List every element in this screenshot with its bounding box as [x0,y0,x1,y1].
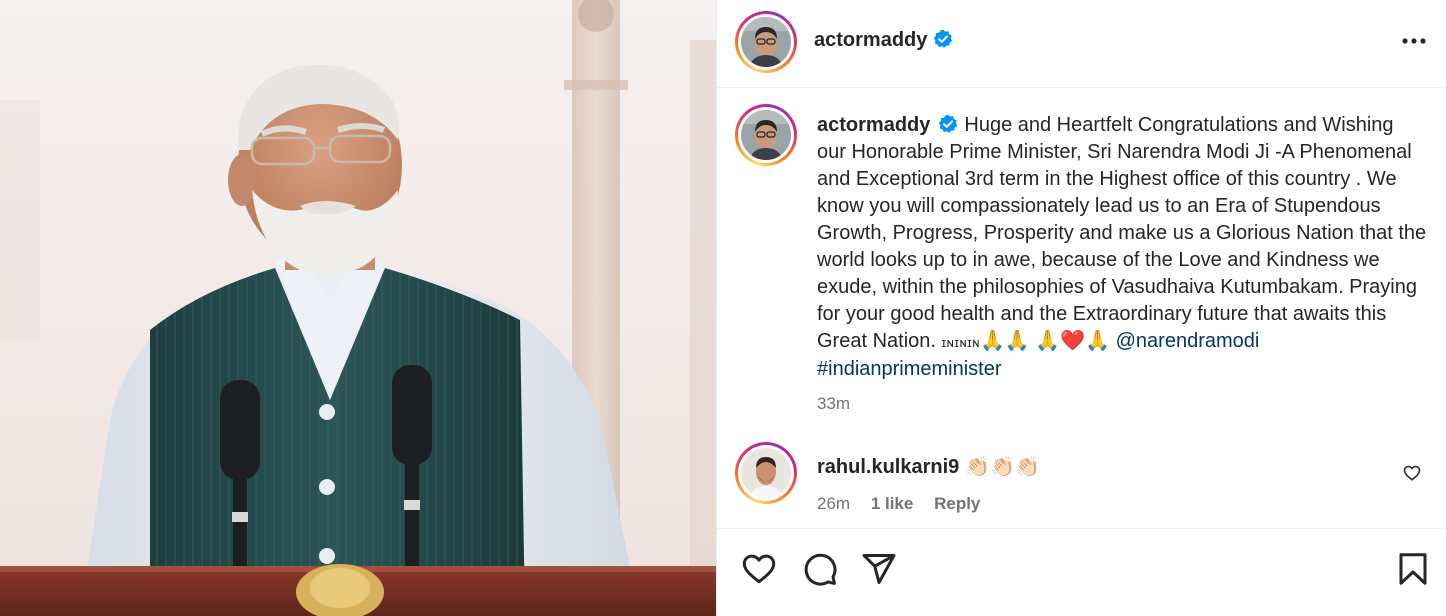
comment-text: 👏🏻👏🏻👏🏻 [965,456,1040,478]
comment-time-ago[interactable]: 26m [817,494,850,513]
like-heart-icon[interactable] [741,551,777,587]
comment-item: rahul.kulkarni9 👏🏻👏🏻👏🏻 26m 1 like Reply [735,442,1446,526]
post-details-panel: actormaddy actormaddy Huge and Heartfelt… [716,0,1446,616]
comment-meta: 26m 1 like Reply [817,494,996,514]
caption-body: Huge and Heartfelt Congratulations and W… [817,114,1427,352]
verified-badge-icon [934,29,953,48]
caption-emoji-2: 🙏❤️🙏 [1035,330,1111,352]
verified-badge-icon [939,114,958,133]
author-avatar-image [741,17,791,67]
post-action-bar [717,528,1446,616]
mention-link[interactable]: @narendramodi [1116,330,1260,352]
author-username[interactable]: actormaddy [814,29,953,52]
caption-smallcaps: ɪɴɪɴɪɴ [941,335,980,350]
more-options-icon[interactable] [1401,36,1427,46]
reply-button[interactable]: Reply [934,494,980,513]
save-bookmark-icon[interactable] [1395,551,1431,587]
hashtag-link[interactable]: #indianprimeminister [817,358,1002,380]
caption-username[interactable]: actormaddy [817,114,930,136]
share-paper-plane-icon[interactable] [861,551,897,587]
caption-author-avatar[interactable] [735,104,797,166]
caption-emoji-1: 🙏🙏 [979,330,1030,352]
commenter-avatar-image [741,448,791,498]
commenter-username[interactable]: rahul.kulkarni9 [817,456,959,478]
caption-avatar-image [741,110,791,160]
post-time-ago[interactable]: 33m [817,394,850,414]
post-header: actormaddy [717,0,1446,88]
comment-like-heart-icon[interactable] [1403,464,1421,482]
comment-bubble-icon[interactable] [802,551,838,587]
post-image[interactable] [0,0,716,616]
commenter-avatar[interactable] [735,442,797,504]
caption-text: actormaddy Huge and Heartfelt Congratulat… [817,112,1427,383]
comment-likes-count[interactable]: 1 like [871,494,914,513]
author-avatar[interactable] [735,11,797,73]
comment-body: rahul.kulkarni9 👏🏻👏🏻👏🏻 [817,454,1040,479]
portrait-illustration [0,0,716,616]
